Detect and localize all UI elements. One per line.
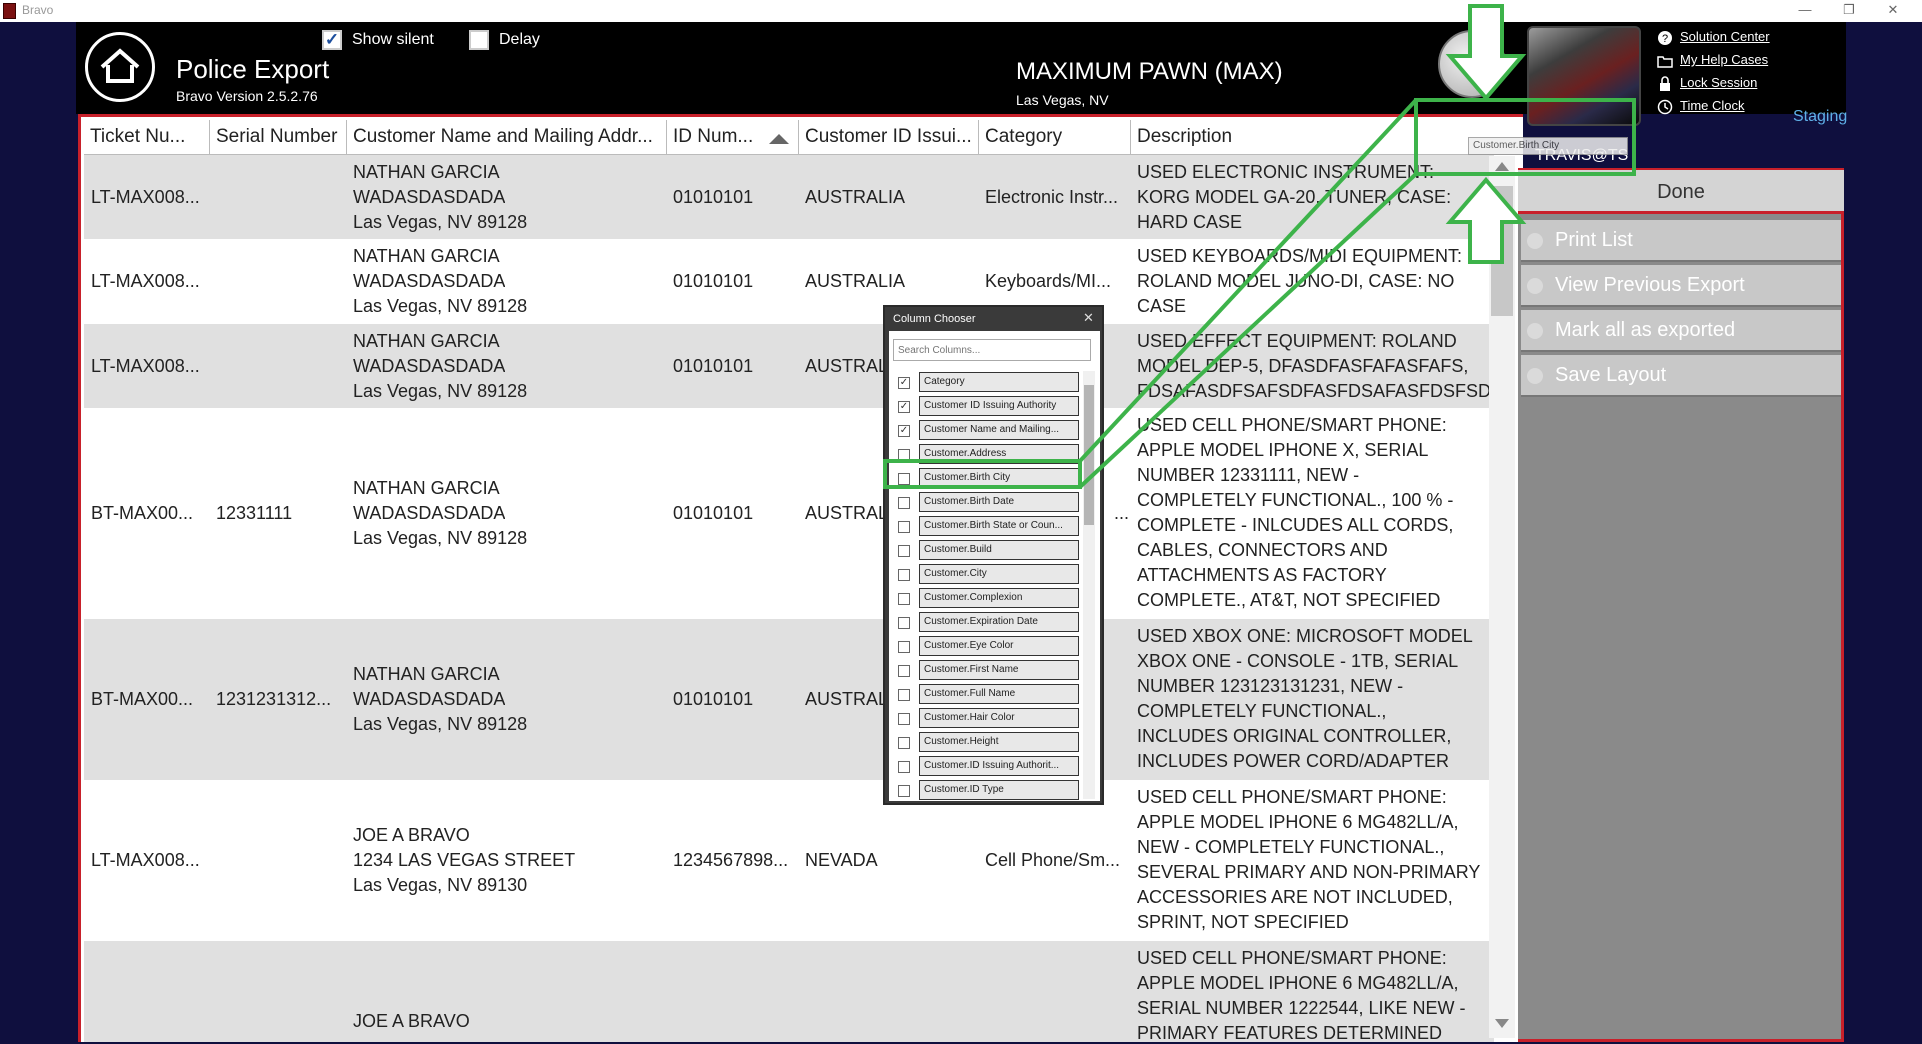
annotation-line-top [1078,98,1418,463]
annotation-arrow-down-icon [1445,4,1527,102]
annotation-arrow-up-icon [1445,176,1527,264]
app-window: Bravo — ❐ ✕ Police Export Bravo Version … [0,0,1922,1044]
annotation-overlay [883,4,1636,489]
annotation-highlight-birth-city [883,459,1082,489]
annotation-highlight-drop-target [1414,98,1636,176]
annotation-line-bottom [1078,172,1418,489]
